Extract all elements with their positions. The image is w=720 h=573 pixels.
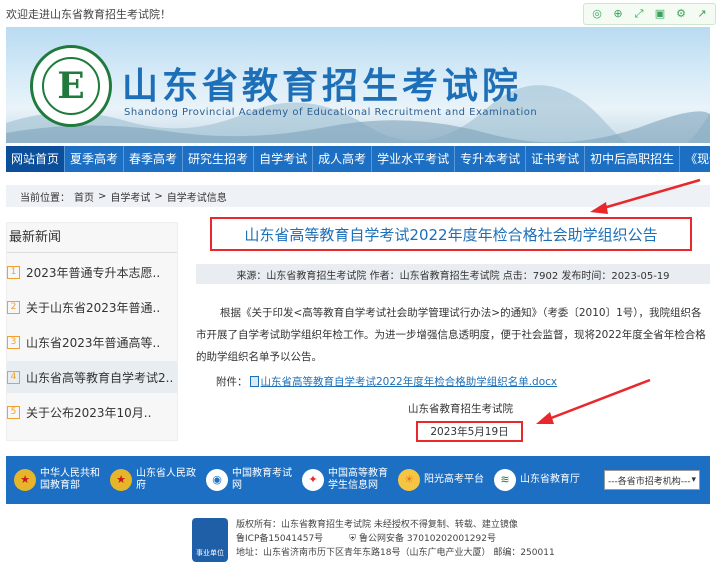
footer-link-text: 山东省人民政 <box>136 468 196 479</box>
article-paragraph: 根据《关于印发<高等教育自学考试社会助学管理试行办法>的通知》（考委〔2010〕… <box>196 307 706 363</box>
nav-graduate-exam[interactable]: 研究生招考 <box>183 146 255 172</box>
expand-icon[interactable]: ⤢ <box>630 6 648 22</box>
welcome-bar: 欢迎走进山东省教育招生考试院！ ◎ ⊕ ⤢ ▣ ⚙ ↗ <box>0 0 720 27</box>
footer-link-edu-dept[interactable]: ≋ 山东省教育厅 <box>494 469 580 491</box>
document-icon <box>249 376 259 387</box>
news-item-4[interactable]: 4 山东省高等教育自学考试2.. <box>7 361 177 393</box>
nav-self-study-exam[interactable]: 自学考试 <box>254 146 314 172</box>
footer-link-text: 学生信息网 <box>328 480 378 491</box>
nav-proficiency-exam[interactable]: 学业水平考试 <box>372 146 456 172</box>
record-row: 鲁ICP备15041457号 ⛨ 鲁公网安备 37010202001292号 <box>236 532 555 546</box>
chsi-logo-icon: ✦ <box>302 469 324 491</box>
news-text: 关于山东省2023年普通.. <box>26 300 161 315</box>
footer-link-text: 国教育部 <box>40 480 80 491</box>
footer-links-bar: ★ 中华人民共和 国教育部 ★ 山东省人民政府 ◉ 中国教育考试网 ✦ 中国高等教… <box>6 456 710 504</box>
footer-link-neea[interactable]: ◉ 中国教育考试网 <box>206 468 292 492</box>
accessibility-toolbar: ◎ ⊕ ⤢ ▣ ⚙ ↗ <box>583 2 716 25</box>
nav-vocational-admission[interactable]: 初中后高职招生 <box>585 146 681 172</box>
nav-adult-exam[interactable]: 成人高考 <box>313 146 373 172</box>
nav-spring-exam[interactable]: 春季高考 <box>124 146 184 172</box>
news-number: 5 <box>7 405 20 419</box>
footer-link-text: 府 <box>136 480 146 491</box>
breadcrumb: 当前位置： 首页 > 自学考试 > 自学考试信息 <box>6 185 710 207</box>
breadcrumb-separator: > <box>98 190 107 202</box>
breadcrumb-self-study-info[interactable]: 自学考试信息 <box>167 189 227 204</box>
chevron-down-icon: ▾ <box>691 475 696 485</box>
logo-letter: E <box>42 57 100 115</box>
police-record-link[interactable]: 鲁公网安备 37010202001292号 <box>359 532 496 546</box>
nav-modern-education[interactable]: 《现代教育》 <box>680 146 710 172</box>
news-item-5[interactable]: 5 关于公布2023年10月.. <box>7 396 177 428</box>
breadcrumb-self-study[interactable]: 自学考试 <box>110 189 150 204</box>
footer-link-gaokao[interactable]: ☀ 阳光高考平台 <box>398 469 484 491</box>
footer-link-text: 中华人民共和 <box>40 468 100 479</box>
footer-link-text: 山东省教育厅 <box>520 474 580 485</box>
copyright-text: 版权所有：山东省教育招生考试院 未经授权不得复制、转载、建立镜像 <box>236 520 518 530</box>
academy-logo[interactable]: E <box>30 45 112 127</box>
select-value: ---各省市招考机构--- <box>608 476 691 487</box>
news-item-1[interactable]: 1 2023年普通专升本志愿.. <box>7 256 177 288</box>
nav-upgrade-exam[interactable]: 专升本考试 <box>455 146 527 172</box>
breadcrumb-separator: > <box>154 190 163 202</box>
news-list: 1 2023年普通专升本志愿.. 2 关于山东省2023年普通.. 3 山东省2… <box>7 256 177 428</box>
police-badge-icon: ⛨ <box>349 534 356 544</box>
site-subtitle: Shandong Provincial Academy of Education… <box>124 107 538 118</box>
nav-home[interactable]: 网站首页 <box>6 146 66 172</box>
article-body: 根据《关于印发<高等教育自学考试社会助学管理试行办法>的通知》（考委〔2010〕… <box>196 302 710 368</box>
attachment-link[interactable]: 山东省高等教育自学考试2022年度年检合格助学组织名单.docx <box>261 374 558 389</box>
icp-link[interactable]: 鲁ICP备15041457号 <box>236 532 323 546</box>
news-number: 3 <box>7 335 20 349</box>
address-text: 地址：山东省济南市历下区青年东路18号（山东广电产业大厦） 邮编：250011 <box>236 548 555 558</box>
zoom-icon[interactable]: ⊕ <box>609 6 627 22</box>
welcome-text: 欢迎走进山东省教育招生考试院！ <box>6 7 171 21</box>
external-icon[interactable]: ↗ <box>693 6 711 22</box>
latest-news-sidebar: 最新新闻 1 2023年普通专升本志愿.. 2 关于山东省2023年普通.. 3… <box>6 222 178 441</box>
footer-link-text: 中国高等教育 <box>328 468 388 479</box>
edu-dept-logo-icon: ≋ <box>494 469 516 491</box>
news-text: 2023年普通专升本志愿.. <box>26 265 161 280</box>
attachment-label: 附件： <box>216 376 248 388</box>
attachment-row: 附件： 山东省高等教育自学考试2022年度年检合格助学组织名单.docx <box>216 374 557 389</box>
footer-link-text: 中国教育考试 <box>232 468 292 479</box>
article-title: 山东省高等教育自学考试2022年度年检合格社会助学组织公告 <box>210 217 692 251</box>
news-number: 2 <box>7 300 20 314</box>
screen-icon[interactable]: ▣ <box>651 6 669 22</box>
national-emblem-icon: ★ <box>14 469 36 491</box>
news-number: 1 <box>7 265 20 279</box>
read-aloud-icon[interactable]: ◎ <box>588 6 606 22</box>
article-meta: 来源：山东省教育招生考试院 作者：山东省教育招生考试院 点击：7902 发布时间… <box>196 264 710 284</box>
news-text: 山东省2023年普通高等.. <box>26 335 161 350</box>
exam-agency-select[interactable]: ---各省市招考机构--- ▾ <box>604 470 700 490</box>
breadcrumb-label: 当前位置： <box>20 192 70 204</box>
footer-link-text: 网 <box>232 480 242 491</box>
main-nav: 网站首页 夏季高考 春季高考 研究生招考 自学考试 成人高考 学业水平考试 专升… <box>6 146 710 172</box>
copyright-block: 版权所有：山东省教育招生考试院 未经授权不得复制、转载、建立镜像 鲁ICP备15… <box>236 518 555 560</box>
site-title: 山东省教育招生考试院 <box>122 66 523 107</box>
site-banner: E 山东省教育招生考试院 Shandong Provincial Academy… <box>6 27 710 143</box>
sidebar-title: 最新新闻 <box>7 223 177 253</box>
neea-logo-icon: ◉ <box>206 469 228 491</box>
article-date: 2023年5月19日 <box>416 421 523 442</box>
news-item-3[interactable]: 3 山东省2023年普通高等.. <box>7 326 177 358</box>
news-number: 4 <box>7 370 20 384</box>
footer-link-chsi[interactable]: ✦ 中国高等教育 学生信息网 <box>302 468 388 492</box>
sun-logo-icon: ☀ <box>398 469 420 491</box>
national-emblem-icon: ★ <box>110 469 132 491</box>
nav-summer-exam[interactable]: 夏季高考 <box>65 146 125 172</box>
news-text: 山东省高等教育自学考试2.. <box>26 370 174 385</box>
footer-link-gov[interactable]: ★ 山东省人民政府 <box>110 468 196 492</box>
settings-icon[interactable]: ⚙ <box>672 6 690 22</box>
breadcrumb-home[interactable]: 首页 <box>74 189 94 204</box>
footer-link-text: 阳光高考平台 <box>424 474 484 485</box>
news-text: 关于公布2023年10月.. <box>26 405 152 420</box>
public-institution-badge[interactable]: 事业单位 <box>192 518 228 562</box>
nav-certificate-exam[interactable]: 证书考试 <box>526 146 586 172</box>
badge-text: 事业单位 <box>196 549 224 557</box>
news-item-2[interactable]: 2 关于山东省2023年普通.. <box>7 291 177 323</box>
article-signature: 山东省教育招生考试院 <box>408 403 513 415</box>
footer-link-moe[interactable]: ★ 中华人民共和 国教育部 <box>14 468 100 492</box>
